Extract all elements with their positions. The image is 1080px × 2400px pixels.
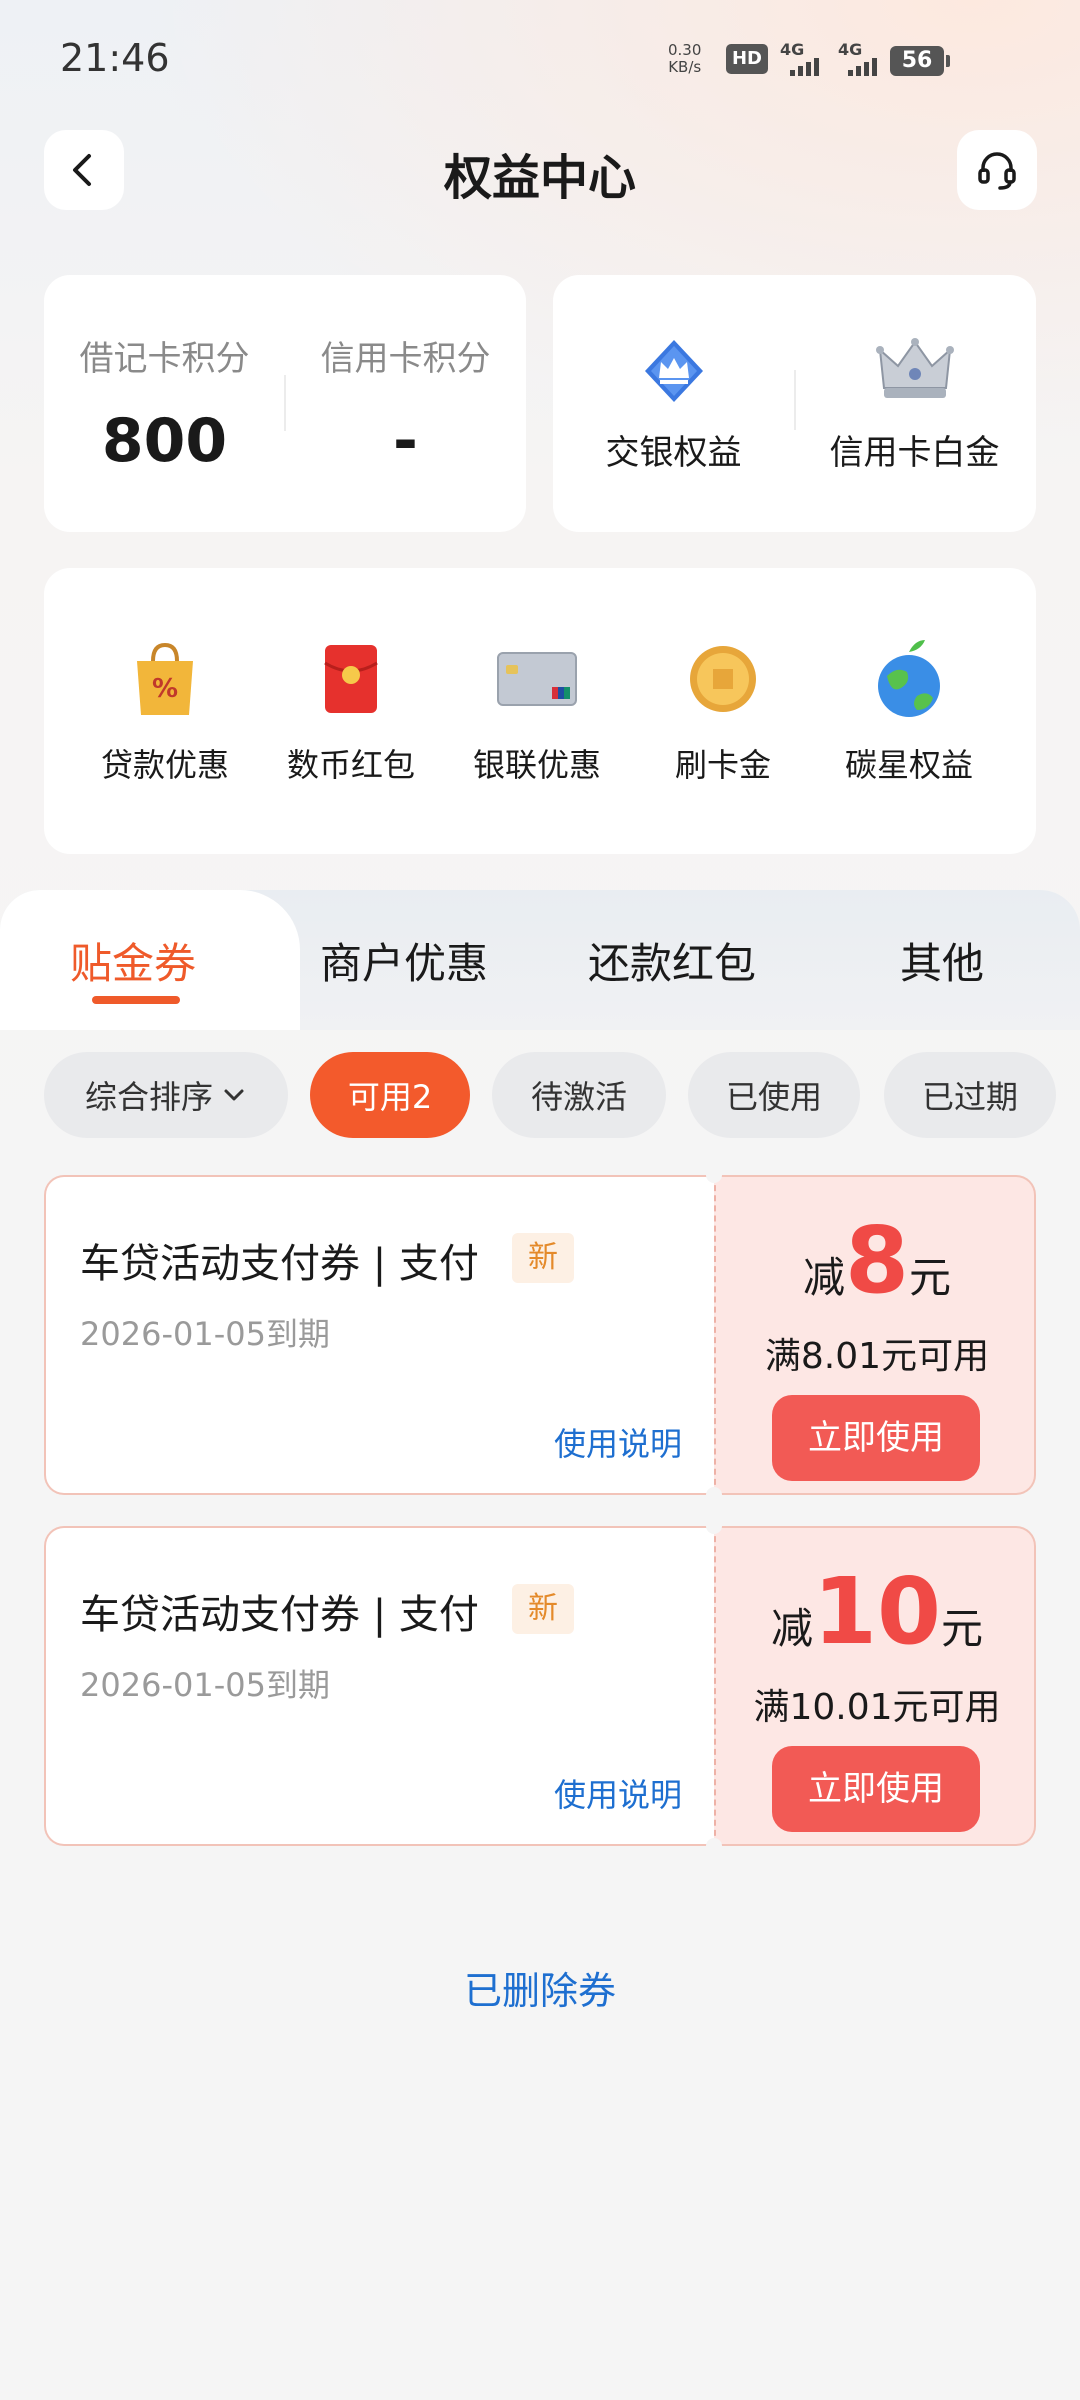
usage-instructions-link[interactable]: 使用说明 xyxy=(554,1419,682,1465)
new-badge: 新 xyxy=(512,1584,574,1634)
signal-icon: 4G xyxy=(780,40,832,76)
gold-coin-icon xyxy=(690,646,756,712)
menu-item-digital-red-packet[interactable]: 数币红包 xyxy=(258,636,444,786)
coupon-amount: 减8元 xyxy=(802,1207,952,1314)
menu-item-label: 银联优惠 xyxy=(472,746,601,784)
rights-item-platinum[interactable]: 信用卡白金 xyxy=(794,335,1035,474)
filter-expired[interactable]: 已过期 xyxy=(884,1052,1056,1138)
points-card: 借记卡积分 800 信用卡积分 - xyxy=(44,275,526,532)
coupon-condition: 满10.01元可用 xyxy=(753,1687,1001,1728)
rights-item-bocom[interactable]: 交银权益 xyxy=(553,335,794,474)
tab-merchant-offers[interactable]: 商户优惠 xyxy=(320,930,488,991)
chevron-down-icon xyxy=(224,1089,244,1101)
filter-used[interactable]: 已使用 xyxy=(688,1052,860,1138)
red-envelope-icon xyxy=(324,645,378,713)
customer-service-button[interactable] xyxy=(957,130,1037,210)
headset-icon xyxy=(978,152,1016,190)
menu-item-card-gold[interactable]: 刷卡金 xyxy=(630,636,816,786)
status-time: 21:46 xyxy=(60,36,170,80)
menu-item-label: 刷卡金 xyxy=(674,746,771,784)
coupon-condition: 满8.01元可用 xyxy=(764,1336,990,1377)
benefits-menu: % 贷款优惠 数币红包 银联优惠 刷卡金 碳星权益 xyxy=(44,568,1036,854)
rights-item-label: 信用卡白金 xyxy=(829,433,1000,473)
discount-bag-icon: % xyxy=(137,642,193,715)
page-title: 权益中心 xyxy=(443,150,636,206)
menu-item-label: 贷款优惠 xyxy=(100,746,229,784)
usage-instructions-link[interactable]: 使用说明 xyxy=(554,1770,682,1816)
menu-item-carbon-star[interactable]: 碳星权益 xyxy=(816,636,1002,786)
tab-gold-coupons[interactable]: 贴金券 xyxy=(70,930,196,991)
credit-points[interactable]: 信用卡积分 - xyxy=(285,331,526,476)
menu-item-loan-discount[interactable]: % 贷款优惠 xyxy=(72,636,258,786)
coupon-expiry: 2026-01-05到期 xyxy=(80,1315,330,1353)
tab-others[interactable]: 其他 xyxy=(900,930,984,991)
sort-dropdown[interactable]: 综合排序 xyxy=(44,1052,288,1138)
earth-icon xyxy=(878,640,940,717)
debit-points[interactable]: 借记卡积分 800 xyxy=(44,331,285,476)
coupon-card: 车贷活动支付券 | 支付 新 2026-01-05到期 使用说明 减10元 满1… xyxy=(44,1518,1036,1854)
menu-item-label: 碳星权益 xyxy=(844,746,973,784)
battery-icon: 56 xyxy=(890,46,950,76)
coupon-name: 车贷活动支付券 | 支付 xyxy=(80,1241,479,1287)
status-bar: 21:46 0.30 KB/s HD 4G 4G 56 xyxy=(0,0,1080,120)
menu-item-unionpay[interactable]: 银联优惠 xyxy=(444,636,630,786)
network-speed: 0.30 KB/s xyxy=(668,41,702,76)
svg-text:%: % xyxy=(152,674,178,704)
crown-badge-icon xyxy=(644,340,703,402)
active-tab-indicator xyxy=(92,996,180,1004)
hd-icon: HD xyxy=(726,44,768,74)
coupon-card: 车贷活动支付券 | 支付 新 2026-01-05到期 使用说明 减8元 满8.… xyxy=(44,1167,1036,1503)
new-badge: 新 xyxy=(512,1233,574,1283)
deleted-coupons-link[interactable]: 已删除券 xyxy=(0,1960,1080,2015)
use-now-button[interactable]: 立即使用 xyxy=(772,1395,980,1481)
coupon-name: 车贷活动支付券 | 支付 xyxy=(80,1592,479,1638)
menu-item-label: 数币红包 xyxy=(286,746,415,784)
rights-item-label: 交银权益 xyxy=(605,433,742,473)
debit-points-label: 借记卡积分 xyxy=(79,339,250,379)
credit-points-value: - xyxy=(393,406,418,476)
signal-icon: 4G xyxy=(838,40,890,76)
tab-repayment-red-packets[interactable]: 还款红包 xyxy=(588,930,756,991)
coupon-expiry: 2026-01-05到期 xyxy=(80,1666,330,1704)
filter-available[interactable]: 可用2 xyxy=(310,1052,470,1138)
rights-card: 交银权益 信用卡白金 xyxy=(553,275,1036,532)
bank-card-icon xyxy=(497,652,577,706)
filter-pending-activation[interactable]: 待激活 xyxy=(492,1052,666,1138)
silver-crown-icon xyxy=(875,338,954,398)
coupon-amount: 减10元 xyxy=(770,1558,984,1665)
coupon-tabs: 贴金券 商户优惠 还款红包 其他 xyxy=(0,890,1080,1030)
use-now-button[interactable]: 立即使用 xyxy=(772,1746,980,1832)
debit-points-value: 800 xyxy=(101,406,228,476)
credit-points-label: 信用卡积分 xyxy=(320,339,491,379)
